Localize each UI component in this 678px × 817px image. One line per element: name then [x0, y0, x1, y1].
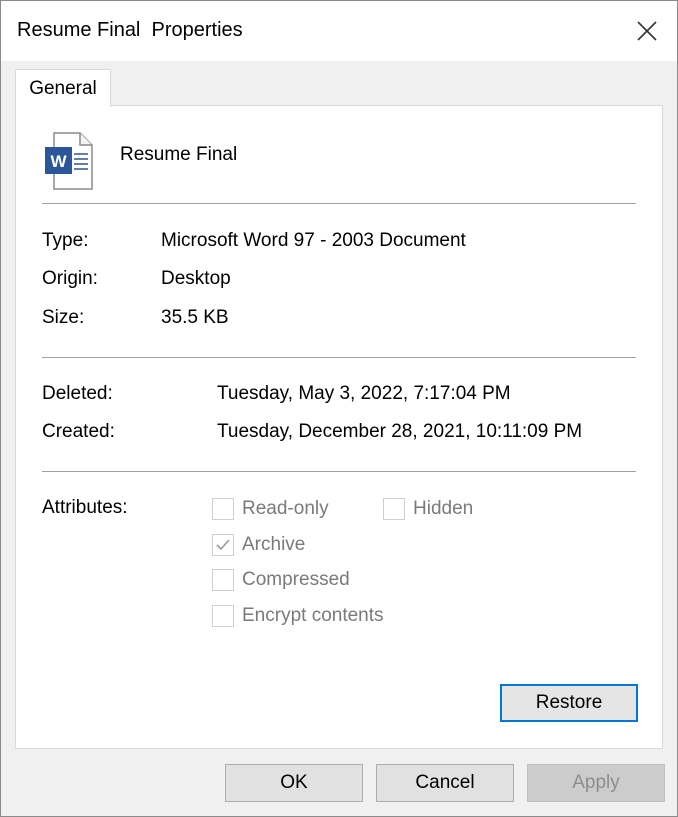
checkbox-box[interactable] — [212, 605, 234, 627]
checkbox-box[interactable] — [212, 498, 234, 520]
checkbox-box[interactable] — [383, 498, 405, 520]
properties-dialog: Resume Final Properties General W Resume… — [0, 0, 678, 817]
checkmark-icon — [216, 539, 230, 551]
type-value: Microsoft Word 97 - 2003 Document — [161, 230, 466, 251]
tab-general[interactable]: General — [15, 69, 111, 107]
restore-button[interactable]: Restore — [500, 684, 638, 722]
apply-button[interactable]: Apply — [527, 764, 665, 802]
svg-text:W: W — [50, 152, 67, 171]
archive-label: Archive — [242, 534, 306, 555]
read-only-label: Read-only — [242, 498, 329, 519]
origin-label: Origin: — [42, 268, 98, 289]
checkbox-box[interactable] — [212, 569, 234, 591]
title-bar[interactable]: Resume Final Properties — [1, 1, 677, 61]
size-label: Size: — [42, 307, 85, 328]
size-value: 35.5 KB — [161, 307, 229, 328]
created-label: Created: — [42, 421, 115, 442]
origin-value: Desktop — [161, 268, 231, 289]
ok-button[interactable]: OK — [225, 764, 363, 802]
read-only-checkbox[interactable]: Read-only — [212, 498, 329, 520]
encrypt-label: Encrypt contents — [242, 605, 384, 626]
close-icon — [637, 21, 657, 41]
hidden-label: Hidden — [413, 498, 474, 519]
deleted-label: Deleted: — [42, 383, 113, 404]
separator — [42, 471, 636, 472]
deleted-value: Tuesday, May 3, 2022, 7:17:04 PM — [217, 383, 511, 404]
separator — [42, 357, 636, 358]
word-document-icon: W — [45, 132, 93, 190]
general-panel: W Resume Final Type: Microsoft Word 97 -… — [15, 105, 663, 749]
archive-checkbox[interactable]: Archive — [212, 534, 305, 556]
encrypt-checkbox[interactable]: Encrypt contents — [212, 605, 384, 627]
attributes-label: Attributes: — [42, 497, 128, 518]
file-name: Resume Final — [120, 144, 238, 165]
compressed-label: Compressed — [242, 569, 350, 590]
separator — [42, 203, 636, 204]
hidden-checkbox[interactable]: Hidden — [383, 498, 473, 520]
cancel-button[interactable]: Cancel — [376, 764, 514, 802]
compressed-checkbox[interactable]: Compressed — [212, 569, 350, 591]
window-title: Resume Final Properties — [17, 19, 243, 41]
created-value: Tuesday, December 28, 2021, 10:11:09 PM — [217, 421, 583, 442]
type-label: Type: — [42, 230, 89, 251]
close-button[interactable] — [617, 1, 677, 61]
checkbox-box[interactable] — [212, 534, 234, 556]
